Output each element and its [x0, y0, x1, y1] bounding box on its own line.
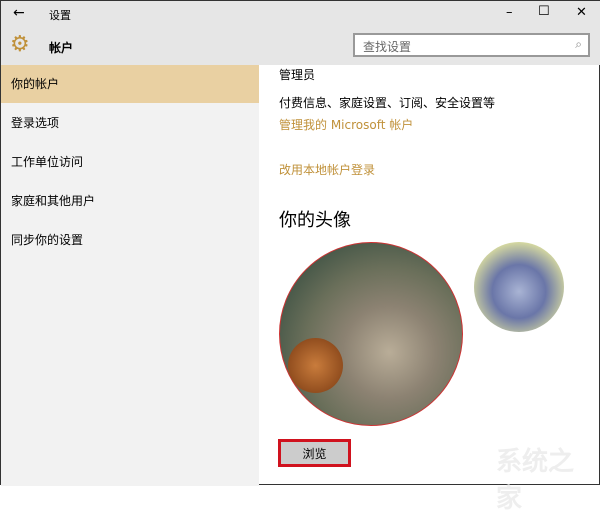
sidebar-item-sync[interactable]: 同步你的设置: [1, 221, 259, 259]
previous-avatar[interactable]: [474, 242, 564, 332]
browse-label: 浏览: [302, 447, 327, 461]
gear-icon: ⚙: [10, 32, 30, 57]
window-title: 设置: [49, 9, 71, 22]
browse-button[interactable]: 浏览: [278, 439, 351, 467]
back-button[interactable]: ←: [13, 5, 25, 21]
close-button[interactable]: ✕: [576, 5, 587, 20]
search-placeholder: 查找设置: [363, 40, 412, 54]
manage-account-link[interactable]: 管理我的 Microsoft 帐户: [279, 116, 413, 133]
avatar-heading: 你的头像: [279, 210, 351, 231]
billing-text: 付费信息、家庭设置、订阅、安全设置等: [279, 96, 496, 110]
maximize-button[interactable]: ☐: [538, 4, 550, 19]
section-title: 帐户: [49, 41, 74, 55]
search-icon: ⌕: [575, 37, 582, 51]
minimize-button[interactable]: –: [506, 5, 513, 20]
sidebar: 你的帐户 登录选项 工作单位访问 家庭和其他用户 同步你的设置: [1, 65, 259, 486]
account-role: 管理员: [279, 68, 316, 82]
search-input[interactable]: 查找设置 ⌕: [353, 33, 590, 57]
sidebar-item-family[interactable]: 家庭和其他用户: [1, 182, 259, 220]
local-account-link[interactable]: 改用本地帐户登录: [279, 161, 375, 178]
sidebar-item-your-account[interactable]: 你的帐户: [1, 65, 259, 103]
current-avatar: [279, 242, 463, 426]
sidebar-item-sign-in-options[interactable]: 登录选项: [1, 104, 259, 142]
dog-image: [288, 338, 343, 393]
watermark: 系统之家: [496, 447, 575, 514]
sidebar-item-work-access[interactable]: 工作单位访问: [1, 143, 259, 181]
